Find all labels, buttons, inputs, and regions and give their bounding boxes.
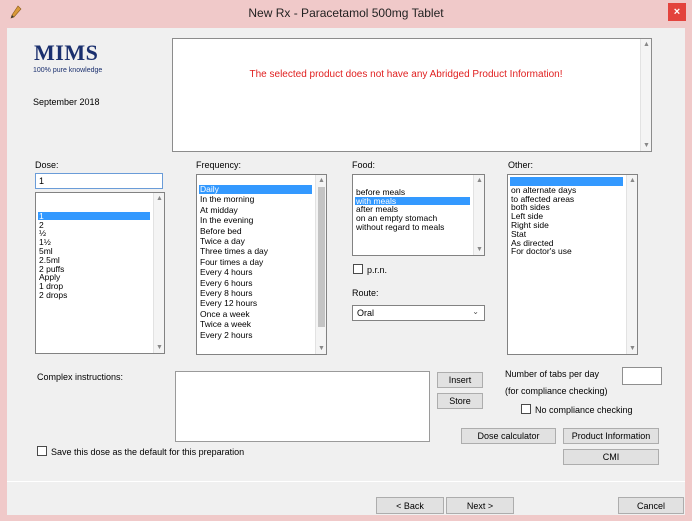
back-button[interactable]: < Back [376, 497, 444, 514]
scroll-up-icon[interactable]: ▲ [154, 195, 164, 202]
store-button[interactable]: Store [437, 393, 483, 409]
info-message: The selected product does not have any A… [249, 69, 563, 80]
list-item[interactable]: ½ [38, 229, 150, 238]
list-item[interactable]: At midday [199, 206, 312, 215]
dose-calculator-button[interactable]: Dose calculator [461, 428, 556, 444]
save-default-label: Save this dose as the default for this p… [51, 447, 245, 457]
cmi-button[interactable]: CMI [563, 449, 659, 465]
scroll-down-icon[interactable]: ▼ [627, 345, 637, 352]
title-bar: New Rx - Paracetamol 500mg Tablet × [0, 0, 692, 28]
scroll-up-icon[interactable]: ▲ [641, 41, 652, 48]
tabs-per-day-sublabel: (for compliance checking) [505, 386, 608, 396]
scroll-down-icon[interactable]: ▼ [154, 344, 164, 351]
scroll-down-icon[interactable]: ▼ [641, 142, 652, 149]
prn-checkbox[interactable] [353, 264, 363, 274]
mims-logo: MIMS [34, 40, 99, 65]
food-list[interactable]: ▲ ▼ before meals with meals after meals on … [352, 174, 485, 256]
list-item[interactable]: Twice a day [199, 237, 312, 246]
scroll-down-icon[interactable]: ▼ [474, 246, 484, 253]
list-item[interactable]: 2 [38, 220, 150, 230]
save-default-checkbox[interactable] [37, 446, 47, 456]
food-scrollbar[interactable]: ▲ ▼ [473, 175, 484, 255]
cancel-button[interactable]: Cancel [618, 497, 684, 514]
other-list[interactable]: ▲ ▼ on alternate days to affected areas bo… [507, 174, 638, 355]
dose-label: Dose: [35, 160, 59, 170]
list-item[interactable]: Every 2 hours [199, 330, 312, 340]
product-info-box[interactable]: The selected product does not have any A… [172, 38, 652, 152]
list-item[interactable]: In the evening [199, 216, 312, 225]
frequency-scrollbar[interactable]: ▲ ▼ [315, 175, 326, 354]
list-item[interactable]: 1½ [38, 238, 150, 247]
tabs-per-day-label: Number of tabs per day [505, 369, 600, 379]
list-item[interactable]: Before bed [199, 226, 312, 236]
list-item[interactable]: Every 12 hours [199, 299, 312, 308]
dose-list[interactable]: ▲ ▼ 1 2 ½ 1½ 5ml 2.5ml 2 puffs Apply 1 drop 2 dro… [35, 192, 165, 354]
dose-input[interactable] [35, 173, 163, 189]
list-item[interactable]: In the morning [199, 195, 312, 204]
scroll-up-icon[interactable]: ▲ [316, 177, 326, 184]
complex-instructions-input[interactable] [175, 371, 430, 442]
insert-button[interactable]: Insert [437, 372, 483, 388]
data-date: September 2018 [33, 97, 100, 107]
other-label: Other: [508, 160, 534, 170]
next-button[interactable]: Next > [446, 497, 514, 514]
other-scrollbar[interactable]: ▲ ▼ [626, 175, 637, 354]
scroll-thumb[interactable] [318, 187, 325, 327]
scroll-down-icon[interactable]: ▼ [316, 345, 326, 352]
route-value: Oral [357, 308, 375, 318]
frequency-list[interactable]: ▲ ▼ Daily In the morning At midday In the e… [196, 174, 327, 355]
logo-tagline: 100% pure knowledge [33, 67, 103, 74]
window-title: New Rx - Paracetamol 500mg Tablet [248, 6, 444, 20]
food-label: Food: [352, 160, 376, 170]
list-item[interactable]: Four times a day [199, 258, 312, 267]
frequency-label: Frequency: [196, 160, 242, 170]
prn-label: p.r.n. [367, 265, 388, 275]
complex-instructions-label: Complex instructions: [37, 372, 124, 382]
list-item[interactable]: For doctor's use [510, 247, 623, 256]
list-item[interactable]: Twice a week [199, 320, 312, 329]
scroll-up-icon[interactable]: ▲ [627, 177, 637, 184]
footer-divider [7, 481, 685, 482]
route-label: Route: [352, 288, 379, 298]
close-button[interactable]: × [668, 3, 686, 21]
route-select[interactable]: Oral ⌄ [352, 305, 485, 321]
list-item[interactable]: Right side [510, 221, 623, 230]
product-information-button[interactable]: Product Information [563, 428, 659, 444]
list-item[interactable]: Once a week [199, 310, 312, 319]
list-item[interactable]: without regard to meals [355, 223, 470, 232]
list-item[interactable]: Every 4 hours [199, 268, 312, 277]
list-item[interactable]: Every 8 hours [199, 289, 312, 298]
list-item[interactable]: Three times a day [199, 247, 312, 256]
list-item[interactable]: 2 drops [38, 291, 150, 300]
tabs-per-day-input[interactable] [622, 367, 662, 385]
scroll-up-icon[interactable]: ▲ [474, 177, 484, 184]
info-scrollbar[interactable]: ▲ ▼ [640, 39, 651, 151]
list-item[interactable]: Every 6 hours [199, 278, 312, 288]
list-item[interactable]: Daily [199, 185, 312, 194]
no-compliance-label: No compliance checking [535, 405, 633, 415]
list-item[interactable]: 1 [38, 212, 150, 221]
chevron-down-icon[interactable]: ⌄ [472, 307, 479, 316]
dose-scrollbar[interactable]: ▲ ▼ [153, 193, 164, 353]
list-item[interactable] [38, 203, 150, 212]
no-compliance-checkbox[interactable] [521, 404, 531, 414]
